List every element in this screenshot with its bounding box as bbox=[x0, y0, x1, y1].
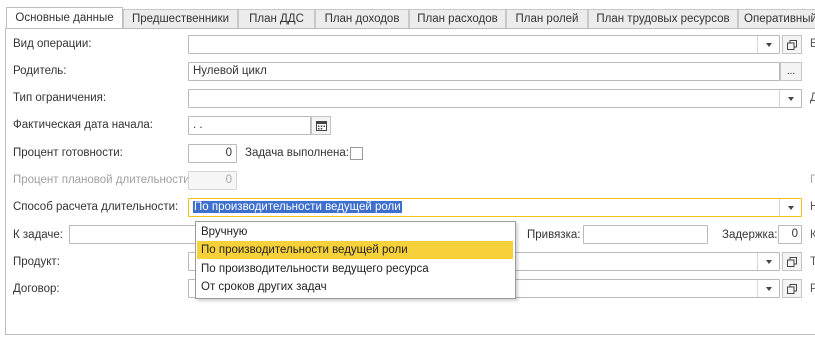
open-icon[interactable] bbox=[782, 252, 802, 271]
tab-labor-plan[interactable]: План трудовых ресурсов bbox=[588, 9, 738, 28]
chevron-down-icon[interactable] bbox=[757, 36, 779, 53]
product-label: Продукт: bbox=[13, 256, 60, 268]
chevron-down-icon[interactable] bbox=[779, 90, 801, 107]
tab-income-plan[interactable]: План доходов bbox=[315, 9, 409, 28]
parent-label: Родитель: bbox=[13, 65, 67, 77]
contract-label: Договор: bbox=[13, 283, 60, 295]
edge-label: Д bbox=[810, 92, 815, 104]
edge-label: Н bbox=[810, 201, 815, 213]
planned-duration-field: 0 bbox=[188, 171, 237, 190]
readiness-field[interactable]: 0 bbox=[188, 144, 237, 163]
edge-label: Р bbox=[810, 283, 815, 295]
select-parent-button[interactable]: ... bbox=[780, 62, 802, 81]
duration-method-label: Способ расчета длительности: bbox=[13, 201, 179, 213]
limit-type-label: Тип ограничения: bbox=[13, 92, 107, 104]
open-icon[interactable] bbox=[782, 279, 802, 298]
planned-duration-label: Процент плановой длительности: bbox=[13, 174, 193, 186]
to-task-label: К задаче: bbox=[13, 229, 63, 241]
operation-type-label: Вид операции: bbox=[13, 38, 92, 50]
dropdown-option-selected[interactable]: По производительности ведущей роли bbox=[197, 241, 513, 259]
tab-cash-plan[interactable]: План ДДС bbox=[238, 9, 315, 28]
tab-operational[interactable]: Оперативный bbox=[738, 9, 815, 28]
edge-label: В bbox=[810, 38, 815, 50]
tab-bar: Основные данные Предшественники План ДДС… bbox=[0, 0, 815, 30]
delay-field[interactable]: 0 bbox=[778, 225, 802, 244]
tab-roles-plan[interactable]: План ролей bbox=[506, 9, 588, 28]
dropdown-option[interactable]: Вручную bbox=[197, 223, 513, 241]
parent-field[interactable]: Нулевой цикл bbox=[188, 62, 780, 81]
edge-label: П bbox=[810, 174, 815, 186]
actual-start-label: Фактическая дата начала: bbox=[13, 119, 153, 131]
operation-type-field[interactable] bbox=[188, 35, 780, 54]
duration-method-value: По производительности ведущей роли bbox=[193, 201, 402, 213]
edge-label: Т bbox=[810, 256, 815, 268]
duration-method-dropdown: Вручную По производительности ведущей ро… bbox=[195, 221, 516, 299]
to-task-field[interactable] bbox=[69, 225, 199, 244]
chevron-down-icon[interactable] bbox=[779, 199, 801, 216]
edge-label: К bbox=[810, 229, 815, 241]
tab-expense-plan[interactable]: План расходов bbox=[409, 9, 506, 28]
dropdown-option[interactable]: По производительности ведущего ресурса bbox=[197, 260, 513, 278]
calendar-icon[interactable] bbox=[311, 116, 331, 135]
tab-main-data[interactable]: Основные данные bbox=[6, 7, 123, 29]
binding-field[interactable] bbox=[583, 225, 708, 244]
duration-method-field[interactable]: По производительности ведущей роли bbox=[188, 198, 802, 217]
binding-label: Привязка: bbox=[527, 229, 581, 241]
chevron-down-icon[interactable] bbox=[757, 280, 779, 297]
actual-start-date-field[interactable]: . . bbox=[188, 116, 311, 135]
tab-predecessors[interactable]: Предшественники bbox=[123, 9, 238, 28]
chevron-down-icon[interactable] bbox=[757, 253, 779, 270]
readiness-label: Процент готовности: bbox=[13, 147, 123, 159]
open-icon[interactable] bbox=[782, 35, 802, 54]
limit-type-field[interactable] bbox=[188, 89, 802, 108]
delay-label: Задержка: bbox=[722, 229, 778, 241]
dropdown-option[interactable]: От сроков других задач bbox=[197, 278, 513, 296]
task-done-label: Задача выполнена: bbox=[245, 147, 349, 159]
task-done-checkbox[interactable] bbox=[350, 147, 363, 160]
